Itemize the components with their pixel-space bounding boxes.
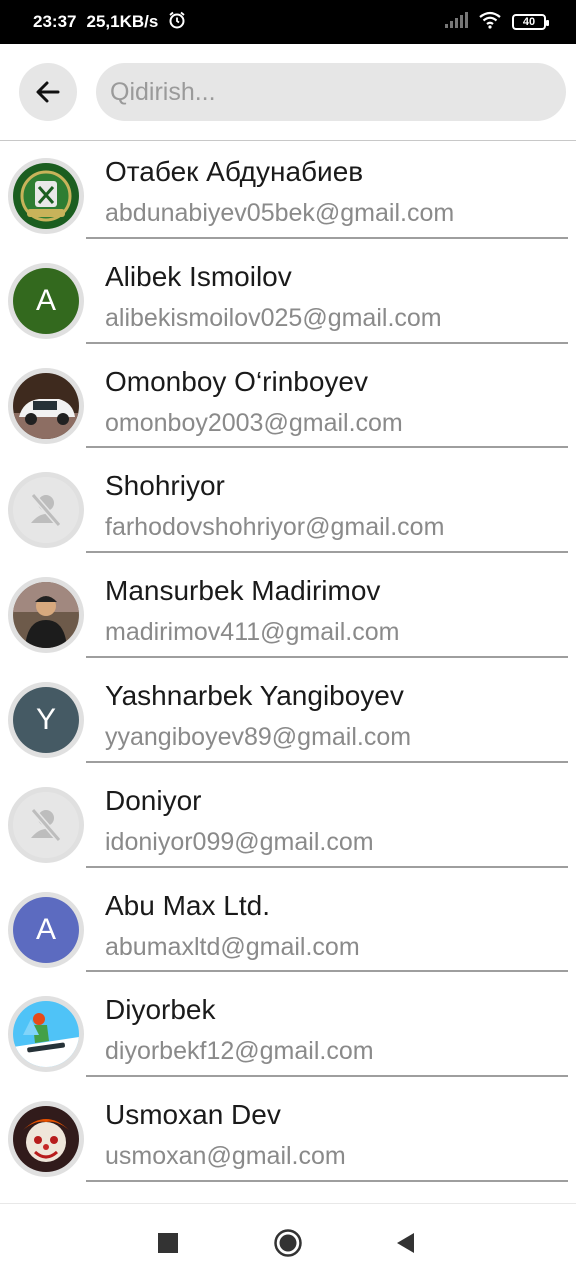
contact-row[interactable]: Mansurbek Madirimov madirimov411@gmail.co…	[0, 561, 576, 666]
no-photo-icon	[13, 791, 79, 858]
contact-row[interactable]: Usmoxan Dev usmoxan@gmail.com	[0, 1085, 576, 1190]
avatar	[8, 472, 84, 549]
contact-email: madirimov411@gmail.com	[105, 618, 400, 647]
contact-email: omonboy2003@gmail.com	[105, 408, 403, 437]
avatar-photo	[13, 582, 79, 649]
contact-email: alibekismoilov025@gmail.com	[105, 303, 442, 332]
search-toolbar	[0, 44, 576, 141]
status-bar: 23:37 25,1KB/s 40	[0, 0, 576, 44]
divider	[86, 446, 568, 449]
avatar: A	[8, 262, 84, 339]
divider	[86, 236, 568, 239]
contact-name: Yashnarbek Yangiboyev	[105, 679, 404, 711]
contact-name: Doniyor	[105, 784, 202, 816]
contact-row[interactable]: Отабек Абдунабиев abdunabiyev05bek@gmail.…	[0, 142, 576, 247]
divider	[86, 1179, 568, 1182]
divider	[86, 970, 568, 973]
contact-email: yyangiboyev89@gmail.com	[105, 722, 412, 751]
status-speed: 25,1KB/s	[86, 12, 159, 31]
status-right: 40	[444, 0, 549, 44]
divider	[86, 551, 568, 554]
recents-button[interactable]	[138, 1204, 198, 1281]
avatar: Y	[8, 681, 84, 758]
avatar-letter: A	[13, 267, 79, 334]
contact-row[interactable]: Shohriyor farhodovshohriyor@gmail.com	[0, 456, 576, 561]
contact-name: Omonboy O‘rinboyev	[105, 365, 369, 397]
contact-row[interactable]: A Alibek Ismoilov alibekismoilov025@gmail.…	[0, 247, 576, 352]
no-photo-icon	[13, 477, 79, 544]
avatar-letter: Y	[13, 686, 79, 753]
battery-icon: 40	[512, 14, 549, 30]
contact-row[interactable]: Y Yashnarbek Yangiboyev yyangiboyev89@gmai…	[0, 666, 576, 771]
avatar-photo	[13, 372, 79, 439]
contact-name: Alibek Ismoilov	[105, 260, 292, 292]
contact-email: usmoxan@gmail.com	[105, 1142, 346, 1171]
avatar: A	[8, 891, 84, 968]
home-button[interactable]	[258, 1204, 318, 1281]
arrow-left-icon	[36, 81, 60, 103]
avatar	[8, 996, 84, 1073]
circle-icon	[274, 1228, 302, 1257]
contact-name: Usmoxan Dev	[105, 1099, 281, 1131]
divider	[86, 341, 568, 344]
signal-icon	[444, 11, 468, 33]
avatar	[8, 786, 84, 863]
contact-name: Diyorbek	[105, 994, 216, 1026]
contact-row[interactable]: A Abu Max Ltd. abumaxltd@gmail.com	[0, 876, 576, 981]
contact-name: Mansurbek Madirimov	[105, 575, 381, 607]
contact-row[interactable]: Diyorbek diyorbekf12@gmail.com	[0, 980, 576, 1085]
divider	[86, 760, 568, 763]
triangle-back-icon	[397, 1232, 414, 1253]
contact-email: abumaxltd@gmail.com	[105, 932, 360, 961]
contact-name: Отабек Абдунабиев	[105, 156, 364, 187]
avatar-photo	[13, 163, 79, 229]
navigation-bar	[0, 1203, 576, 1281]
contact-list: Отабек Абдунабиев abdunabiyev05bek@gmail.…	[0, 142, 576, 1190]
contact-email: farhodovshohriyor@gmail.com	[105, 513, 445, 542]
square-icon	[158, 1232, 178, 1253]
contact-email: abdunabiyev05bek@gmail.com	[105, 199, 455, 227]
contact-name: Abu Max Ltd.	[105, 889, 270, 921]
divider	[86, 655, 568, 658]
avatar	[8, 1101, 84, 1178]
search-input[interactable]	[96, 63, 566, 121]
contact-row[interactable]: Doniyor idoniyor099@gmail.com	[0, 771, 576, 876]
status-left: 23:37 25,1KB/s	[33, 0, 186, 44]
divider	[86, 1075, 568, 1078]
avatar	[8, 577, 84, 654]
contact-email: diyorbekf12@gmail.com	[105, 1037, 374, 1066]
alarm-icon	[168, 11, 186, 34]
wifi-icon	[478, 11, 502, 34]
avatar-photo	[13, 1106, 79, 1173]
back-nav-button[interactable]	[375, 1204, 435, 1281]
avatar-letter: A	[13, 896, 79, 963]
contact-email: idoniyor099@gmail.com	[105, 827, 374, 856]
back-button[interactable]	[19, 63, 77, 121]
status-time: 23:37	[33, 12, 77, 31]
contact-row[interactable]: Omonboy O‘rinboyev omonboy2003@gmail.com	[0, 352, 576, 457]
avatar	[8, 158, 84, 234]
divider	[86, 865, 568, 868]
avatar-photo	[13, 1001, 79, 1068]
avatar	[8, 367, 84, 444]
contact-name: Shohriyor	[105, 470, 225, 502]
